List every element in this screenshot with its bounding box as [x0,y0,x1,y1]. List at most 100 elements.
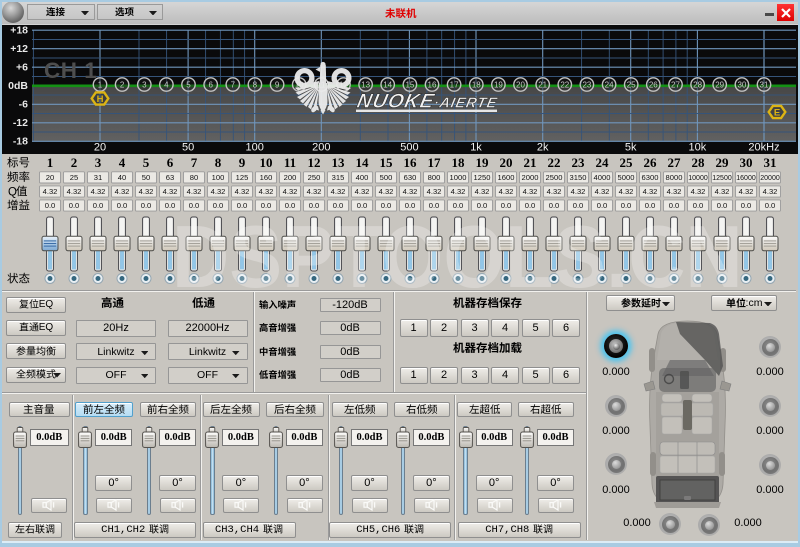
svg-text:0dB: 0dB [8,80,28,92]
svg-text:160: 160 [260,173,273,182]
svg-text:250: 250 [308,173,321,182]
svg-text:18: 18 [472,81,481,90]
svg-text:8000: 8000 [666,173,683,182]
svg-text:H: H [97,94,104,105]
svg-text:3: 3 [142,81,147,90]
svg-text:4.32: 4.32 [595,187,610,196]
svg-text:200: 200 [312,142,330,154]
svg-text:3150: 3150 [570,173,587,182]
svg-text:4.32: 4.32 [379,187,394,196]
svg-text:4.32: 4.32 [355,187,370,196]
svg-text:2: 2 [71,155,78,170]
svg-text:2: 2 [120,81,125,90]
svg-text:4.32: 4.32 [259,187,274,196]
svg-text:80: 80 [190,173,198,182]
svg-text:24: 24 [596,155,610,170]
svg-text:100: 100 [246,142,264,154]
svg-text:1000: 1000 [450,173,467,182]
svg-text:25: 25 [620,155,634,170]
svg-text:50: 50 [182,142,194,154]
svg-text:8: 8 [253,81,258,90]
svg-text:4.32: 4.32 [307,187,322,196]
svg-text:40: 40 [118,173,126,182]
svg-text:630: 630 [404,173,417,182]
svg-text:4.32: 4.32 [547,187,562,196]
svg-text:NUOKE: NUOKE [355,90,437,112]
svg-text:0.0: 0.0 [69,201,80,210]
svg-text:9: 9 [239,155,246,170]
svg-text:4.32: 4.32 [91,187,106,196]
svg-text:4.32: 4.32 [763,187,778,196]
svg-text:4.32: 4.32 [115,187,130,196]
svg-text:26: 26 [649,81,658,90]
svg-text:100: 100 [212,173,225,182]
svg-text:-18: -18 [13,136,28,148]
svg-text:6: 6 [167,155,174,170]
svg-text:10: 10 [260,155,273,170]
svg-text:0.0: 0.0 [117,201,128,210]
svg-text:5000: 5000 [618,173,635,182]
svg-text:20: 20 [46,173,54,182]
svg-text:14: 14 [356,155,370,170]
svg-text:125: 125 [236,173,249,182]
svg-text:27: 27 [668,155,682,170]
svg-text:800: 800 [428,173,441,182]
svg-text:50: 50 [142,173,150,182]
svg-text:2500: 2500 [546,173,563,182]
svg-text:-6: -6 [19,99,28,111]
svg-text:29: 29 [715,81,724,90]
svg-text:15: 15 [380,155,394,170]
svg-text:·AIERTE: ·AIERTE [432,95,499,111]
svg-text:4.32: 4.32 [499,187,514,196]
svg-text:4.32: 4.32 [427,187,442,196]
svg-text:4.32: 4.32 [43,187,58,196]
svg-text:20: 20 [500,155,513,170]
svg-text:4.32: 4.32 [67,187,82,196]
svg-text:500: 500 [380,173,393,182]
svg-text:-12: -12 [13,117,28,129]
svg-text:2k: 2k [537,142,549,154]
svg-text:16: 16 [404,155,418,170]
svg-text:28: 28 [693,81,702,90]
svg-text:19: 19 [494,81,503,90]
svg-text:4.32: 4.32 [571,187,586,196]
svg-text:4.32: 4.32 [475,187,490,196]
svg-text:0.0: 0.0 [141,201,152,210]
svg-text:+6: +6 [16,61,28,73]
svg-text:1250: 1250 [474,173,491,182]
svg-text:500: 500 [400,142,418,154]
svg-text:22: 22 [560,81,569,90]
svg-text:14: 14 [383,81,392,90]
svg-text:315: 315 [332,173,345,182]
svg-text:5: 5 [186,81,191,90]
svg-text:10k: 10k [689,142,707,154]
svg-text:5k: 5k [625,142,637,154]
svg-text:4: 4 [164,81,169,90]
svg-text:0.0: 0.0 [93,201,104,210]
svg-text:13: 13 [361,81,370,90]
svg-text:31: 31 [760,81,769,90]
svg-text:7: 7 [231,81,236,90]
svg-text:+18: +18 [10,25,28,36]
svg-text:63: 63 [166,173,174,182]
svg-text:6300: 6300 [642,173,659,182]
svg-text:8: 8 [215,155,222,170]
svg-text:4.32: 4.32 [523,187,538,196]
svg-text:21: 21 [524,155,537,170]
svg-text:400: 400 [356,173,369,182]
svg-text:5: 5 [143,155,150,170]
svg-text:12500: 12500 [712,175,732,182]
svg-text:1: 1 [98,81,103,90]
svg-text:21: 21 [538,81,547,90]
svg-text:30: 30 [740,155,753,170]
svg-text:20000: 20000 [760,175,780,182]
svg-text:20kHz: 20kHz [748,142,779,154]
svg-text:0.0: 0.0 [765,201,776,210]
svg-text:9: 9 [275,81,280,90]
svg-text:4.32: 4.32 [139,187,154,196]
svg-text:23: 23 [582,81,591,90]
svg-text:1k: 1k [470,142,482,154]
svg-text:24: 24 [605,81,614,90]
svg-text:18: 18 [452,155,466,170]
svg-text:4.32: 4.32 [331,187,346,196]
